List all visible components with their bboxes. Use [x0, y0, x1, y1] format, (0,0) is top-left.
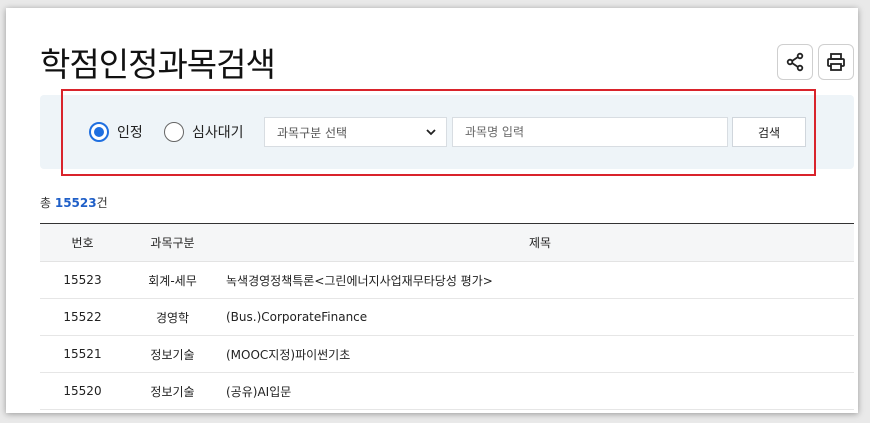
- header-category: 과목구분: [125, 223, 220, 262]
- row-title-link[interactable]: (공유)AI입문: [220, 372, 854, 410]
- course-table: 번호 과목구분 제목 15523 회계-세무 녹색경영정책특론<그린에너지사업재…: [40, 223, 854, 410]
- row-category: 회계-세무: [125, 261, 220, 299]
- highlight-frame: [61, 89, 816, 176]
- row-number: 15521: [40, 335, 125, 373]
- row-title-link[interactable]: (Bus.)CorporateFinance: [220, 298, 854, 336]
- share-icon: [786, 52, 804, 72]
- table-row[interactable]: 15523 회계-세무 녹색경영정책특론<그린에너지사업재무타당성 평가>: [40, 261, 854, 299]
- row-number: 15520: [40, 372, 125, 410]
- table-row[interactable]: 15520 정보기술 (공유)AI입문: [40, 372, 854, 410]
- table-header-row: 번호 과목구분 제목: [40, 223, 854, 262]
- table-row[interactable]: 15521 정보기술 (MOOC지정)파이썬기초: [40, 335, 854, 373]
- total-number: 15523: [54, 196, 97, 210]
- row-number: 15522: [40, 298, 125, 336]
- printer-icon: [827, 53, 845, 71]
- row-title-link[interactable]: (MOOC지정)파이썬기초: [220, 335, 854, 373]
- total-suffix: 건: [96, 196, 108, 210]
- row-category: 정보기술: [125, 335, 220, 373]
- row-category: 정보기술: [125, 372, 220, 410]
- total-prefix: 총: [40, 196, 55, 210]
- header-title: 제목: [220, 223, 854, 262]
- row-title-link[interactable]: 녹색경영정책특론<그린에너지사업재무타당성 평가>: [220, 261, 854, 299]
- page-title: 학점인정과목검색: [40, 45, 276, 84]
- content-card: 학점인정과목검색 인정 심사대기 과목구분 선택 검색 총 1552: [6, 8, 858, 413]
- share-button[interactable]: [777, 44, 813, 80]
- table-row[interactable]: 15522 경영학 (Bus.)CorporateFinance: [40, 298, 854, 336]
- header-number: 번호: [40, 223, 125, 262]
- row-number: 15523: [40, 261, 125, 299]
- print-button[interactable]: [818, 44, 854, 80]
- total-count: 총 15523건: [40, 194, 108, 211]
- row-category: 경영학: [125, 298, 220, 336]
